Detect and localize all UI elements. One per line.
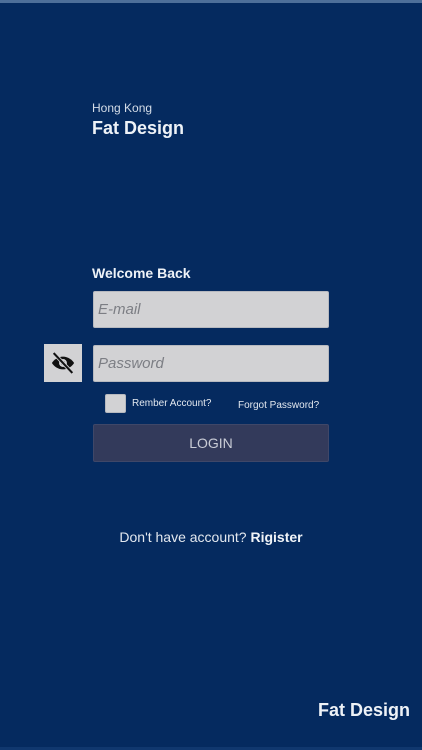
brand-subtitle: Hong Kong xyxy=(92,101,153,115)
password-visibility-toggle[interactable] xyxy=(44,344,82,382)
remember-account[interactable]: Rember Account? xyxy=(105,394,212,413)
forgot-password-link[interactable]: Forgot Password? xyxy=(238,400,319,411)
password-input[interactable] xyxy=(93,345,329,382)
footer-brand: Fat Design xyxy=(317,700,410,720)
remember-checkbox[interactable] xyxy=(105,394,126,413)
welcome-heading: Welcome Back xyxy=(92,265,191,281)
top-edge xyxy=(0,0,422,3)
brand-block: Hong Kong Fat Design xyxy=(92,101,184,139)
eye-off-icon xyxy=(51,351,75,375)
register-prompt-text: Don't have account? xyxy=(119,529,247,545)
login-button[interactable]: LOGIN xyxy=(93,424,329,462)
remember-label: Rember Account? xyxy=(132,398,212,409)
register-link[interactable]: Rigister xyxy=(250,529,302,545)
register-prompt: Don't have account? Rigister xyxy=(0,529,422,545)
brand-title: Fat Design xyxy=(92,118,185,138)
email-input[interactable] xyxy=(93,291,329,328)
